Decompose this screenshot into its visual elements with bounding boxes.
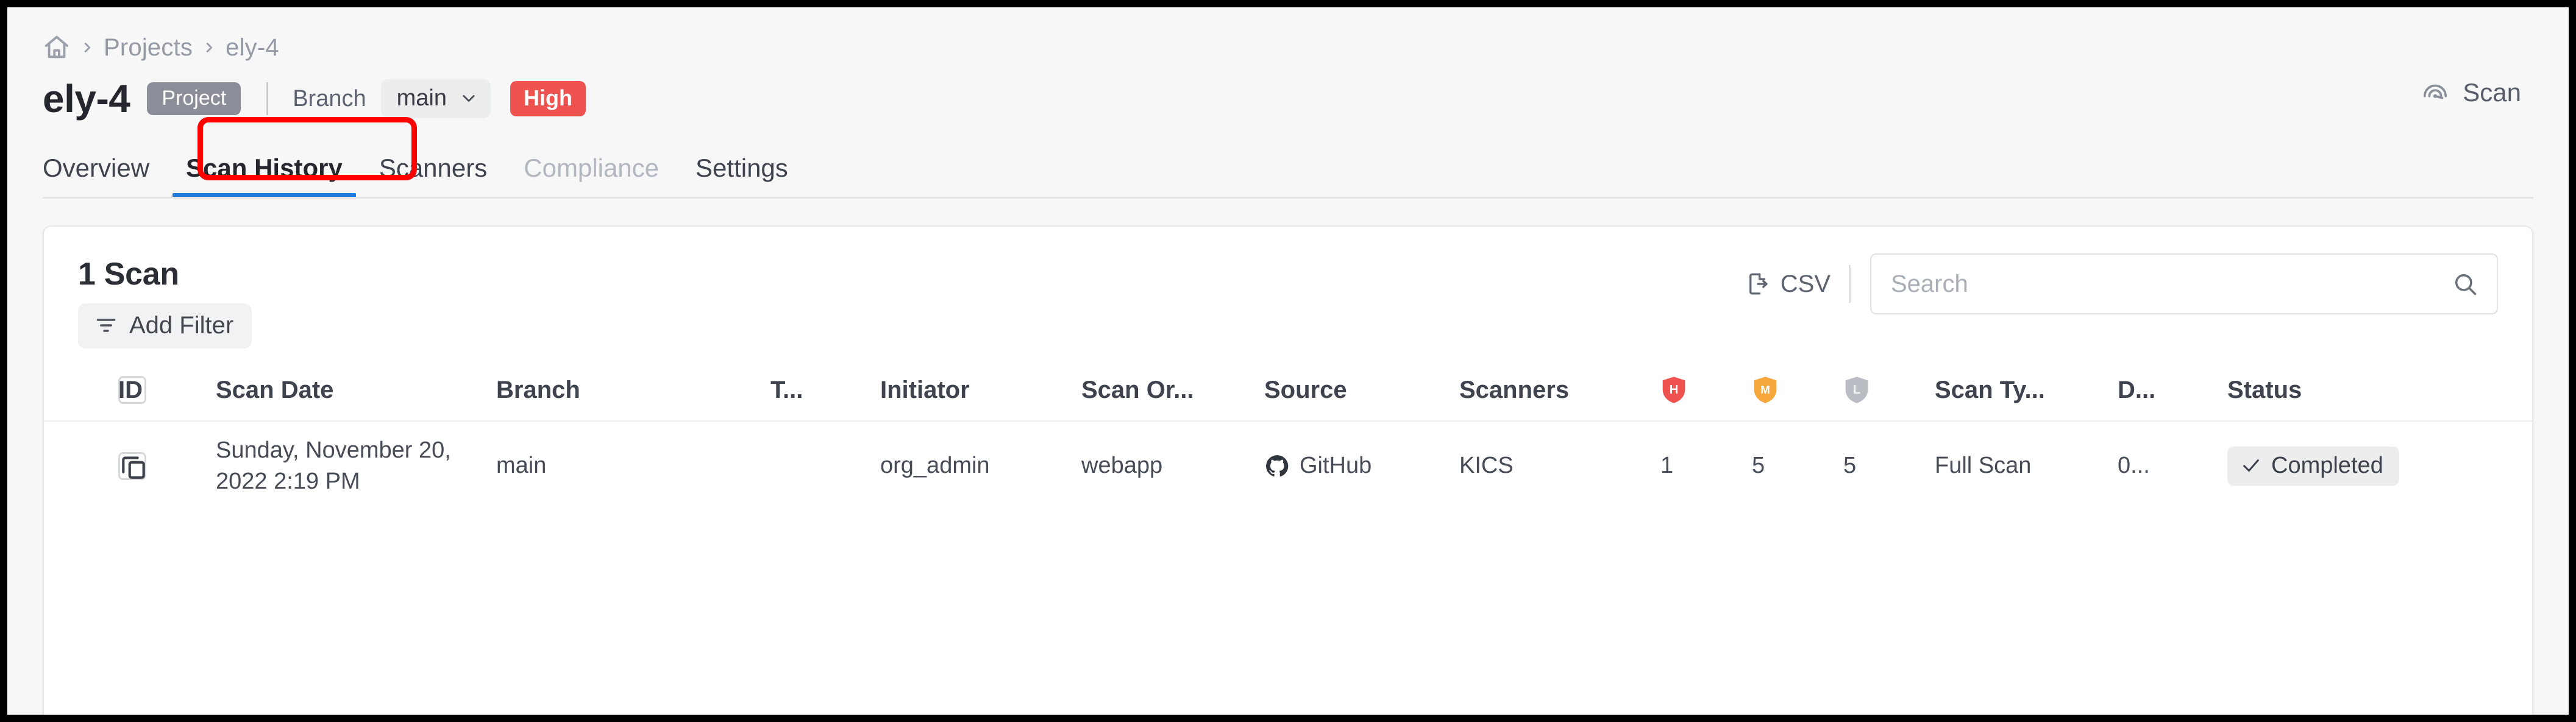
header-divider bbox=[266, 82, 269, 115]
shield-medium-icon: M bbox=[1752, 375, 1779, 404]
tab-bar-divider bbox=[43, 197, 2533, 199]
svg-text:H: H bbox=[1670, 384, 1679, 397]
svg-text:M: M bbox=[1760, 384, 1770, 397]
copy-icon[interactable] bbox=[118, 451, 216, 481]
card-toolbar: 1 Scan CSV bbox=[44, 227, 2532, 314]
search-icon[interactable] bbox=[2452, 271, 2478, 297]
column-header-initiator[interactable]: Initiator bbox=[880, 364, 1081, 422]
column-header-low-severity[interactable]: L bbox=[1843, 364, 1935, 422]
check-icon bbox=[2241, 455, 2261, 476]
tab-scan-history[interactable]: Scan History bbox=[168, 154, 361, 199]
column-header-scan-type[interactable]: Scan Ty... bbox=[1935, 364, 2118, 422]
cell-id bbox=[118, 421, 216, 509]
tab-bar: Overview Scan History Scanners Complianc… bbox=[7, 117, 2569, 199]
page-header: ely-4 Project Branch main High Scan bbox=[7, 60, 2569, 127]
cell-source: GitHub bbox=[1264, 421, 1459, 509]
github-icon bbox=[1264, 453, 1290, 479]
cell-medium-count: 5 bbox=[1752, 453, 1765, 479]
column-header-scanners[interactable]: Scanners bbox=[1459, 364, 1660, 422]
cell-scan-type: Full Scan bbox=[1935, 453, 2032, 479]
cell-t bbox=[770, 421, 880, 509]
column-header-t[interactable]: T... bbox=[770, 364, 880, 422]
cell-scan-date: Sunday, November 20, 2022 2:19 PM bbox=[216, 437, 451, 494]
project-type-badge: Project bbox=[147, 82, 241, 115]
column-header-select-all bbox=[44, 364, 146, 422]
scan-history-table: ID Scan Date Branch T... Initiator Scan … bbox=[44, 364, 2532, 510]
scan-history-card: 1 Scan CSV Search Add Filter ID Scan Dat… bbox=[43, 225, 2533, 715]
toolbar-divider bbox=[1849, 265, 1851, 303]
scan-count-label: 1 Scan bbox=[78, 257, 179, 292]
table-row[interactable]: Sunday, November 20, 2022 2:19 PM main o… bbox=[44, 421, 2532, 509]
breadcrumb-separator-2 bbox=[202, 41, 216, 54]
breadcrumb-item-current[interactable]: ely-4 bbox=[226, 34, 279, 62]
cell-scan-origin: webapp bbox=[1081, 453, 1163, 479]
page-title: ely-4 bbox=[43, 77, 130, 121]
breadcrumb-item-projects[interactable]: Projects bbox=[104, 34, 193, 62]
row-select-cell bbox=[44, 421, 146, 509]
cell-source-label: GitHub bbox=[1300, 453, 1372, 479]
svg-text:L: L bbox=[1853, 384, 1860, 397]
app-frame: Projects ely-4 ely-4 Project Branch main… bbox=[7, 7, 2569, 715]
tab-scanners[interactable]: Scanners bbox=[361, 154, 505, 199]
home-icon[interactable] bbox=[43, 34, 71, 62]
cell-d: 0... bbox=[2118, 453, 2150, 479]
export-csv-label: CSV bbox=[1780, 270, 1831, 297]
tab-compliance: Compliance bbox=[524, 154, 660, 182]
tab-settings[interactable]: Settings bbox=[677, 154, 806, 199]
status-badge: Completed bbox=[2227, 446, 2399, 486]
column-header-status[interactable]: Status bbox=[2227, 364, 2532, 422]
filter-icon bbox=[95, 314, 117, 336]
breadcrumb-separator-1 bbox=[80, 41, 94, 54]
column-header-source[interactable]: Source bbox=[1264, 364, 1459, 422]
shield-low-icon: L bbox=[1843, 375, 1870, 404]
branch-dropdown-value: main bbox=[396, 85, 447, 111]
column-header-scan-date[interactable]: Scan Date bbox=[216, 364, 496, 422]
cell-initiator: org_admin bbox=[880, 453, 990, 479]
column-header-scan-origin[interactable]: Scan Or... bbox=[1081, 364, 1264, 422]
scan-button[interactable]: Scan bbox=[2421, 78, 2521, 107]
branch-label: Branch bbox=[293, 85, 366, 111]
scan-button-label: Scan bbox=[2463, 78, 2521, 107]
cell-scanners: KICS bbox=[1459, 453, 1514, 479]
column-header-medium-severity[interactable]: M bbox=[1752, 364, 1843, 422]
cell-branch: main bbox=[496, 453, 547, 479]
column-header-high-severity[interactable]: H bbox=[1660, 364, 1752, 422]
branch-dropdown[interactable]: main bbox=[380, 79, 491, 118]
breadcrumb: Projects ely-4 bbox=[7, 7, 2569, 62]
add-filter-button[interactable]: Add Filter bbox=[78, 303, 252, 349]
add-filter-label: Add Filter bbox=[129, 312, 234, 339]
table-header-row: ID Scan Date Branch T... Initiator Scan … bbox=[44, 364, 2532, 422]
cell-status: Completed bbox=[2227, 421, 2532, 509]
column-header-d[interactable]: D... bbox=[2118, 364, 2227, 422]
toolbar-actions: CSV bbox=[1745, 253, 2498, 314]
export-file-icon bbox=[1745, 271, 1771, 297]
search-input[interactable] bbox=[1891, 270, 2452, 298]
chevron-down-icon bbox=[460, 90, 477, 107]
severity-badge: High bbox=[510, 81, 586, 116]
column-header-branch[interactable]: Branch bbox=[496, 364, 770, 422]
cell-high-count: 1 bbox=[1660, 453, 1674, 479]
radar-scan-icon bbox=[2421, 79, 2449, 107]
column-header-id[interactable]: ID bbox=[118, 364, 216, 422]
shield-high-icon: H bbox=[1660, 375, 1687, 404]
search-box[interactable] bbox=[1870, 253, 2498, 314]
status-badge-label: Completed bbox=[2271, 452, 2383, 478]
export-csv-button[interactable]: CSV bbox=[1745, 271, 1849, 298]
tab-overview[interactable]: Overview bbox=[43, 154, 168, 199]
cell-low-count: 5 bbox=[1843, 453, 1857, 479]
